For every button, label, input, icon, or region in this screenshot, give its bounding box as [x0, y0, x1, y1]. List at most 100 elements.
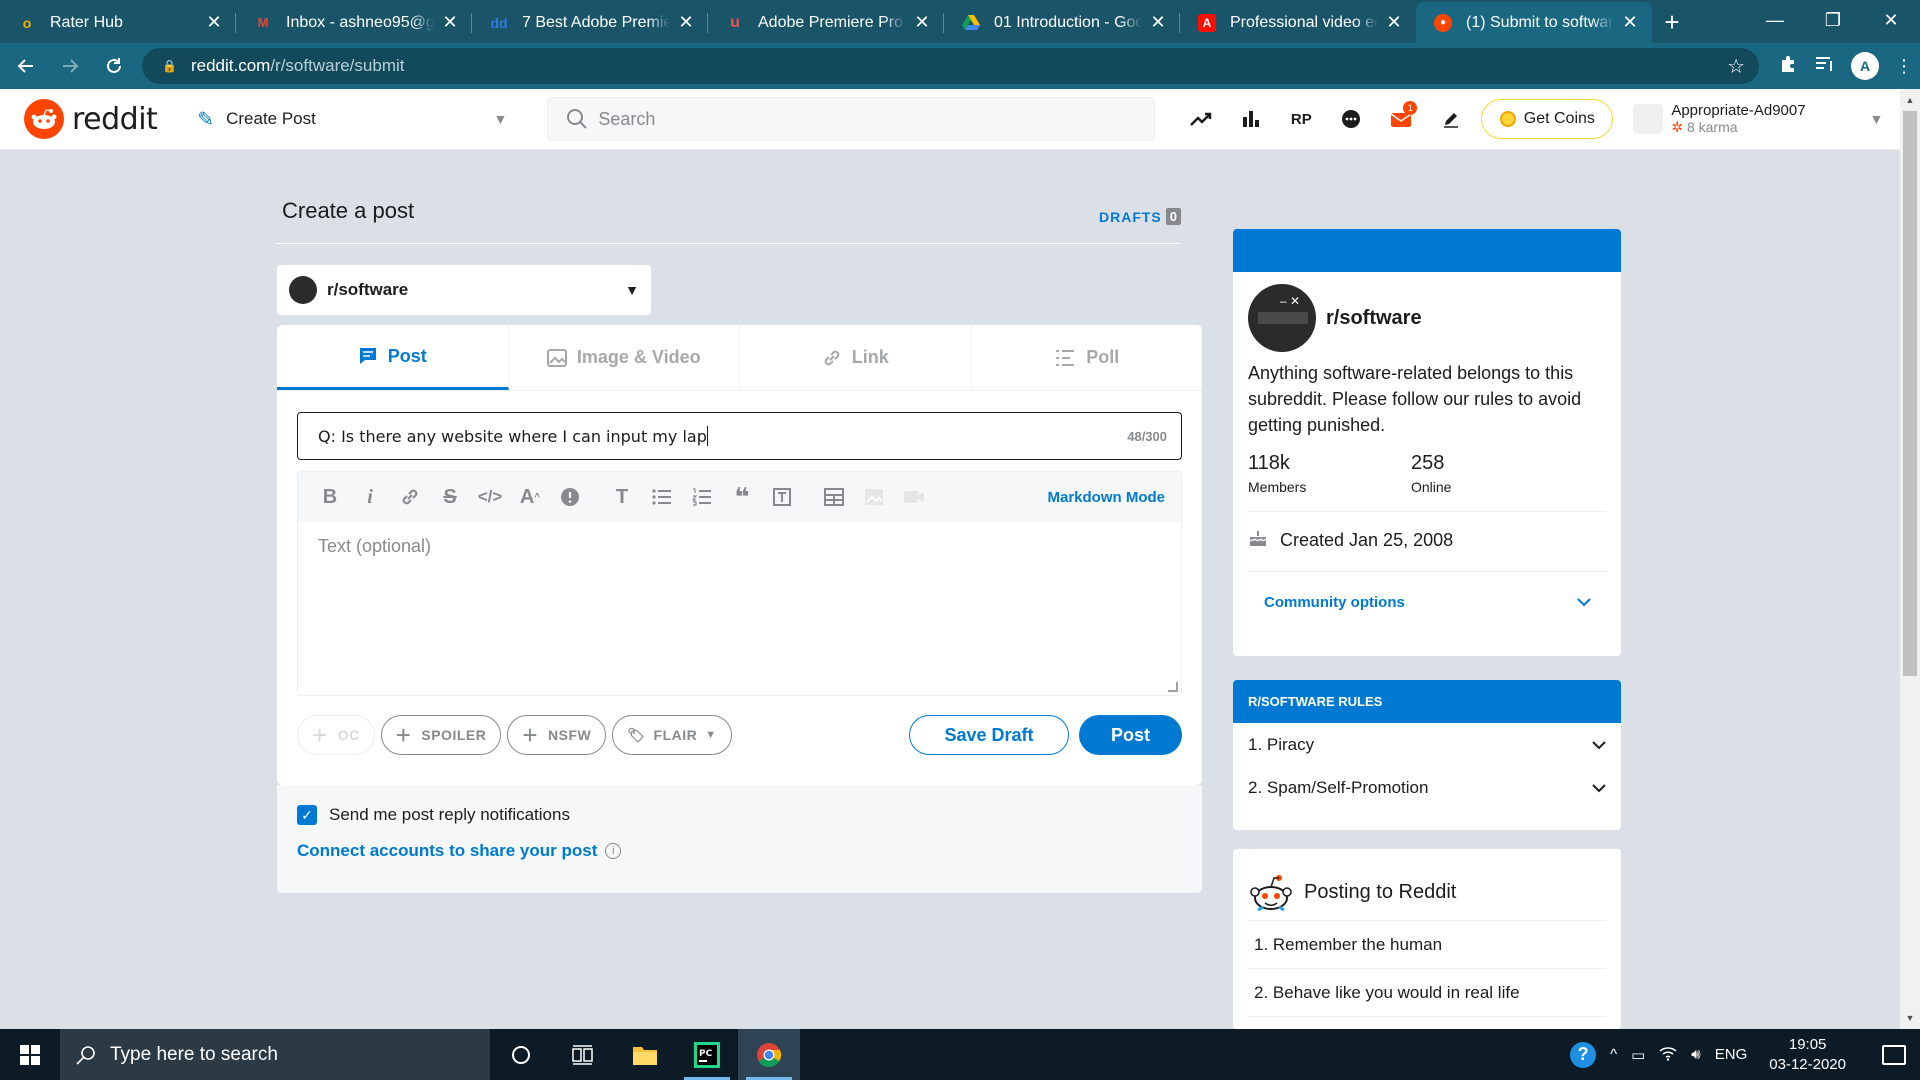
tab-post[interactable]: Post	[277, 325, 509, 390]
restore-icon[interactable]: ❐	[1804, 0, 1862, 40]
tab-link[interactable]: Link	[740, 325, 972, 390]
windows-start-icon[interactable]	[0, 1029, 60, 1080]
markdown-mode-button[interactable]: Markdown Mode	[1047, 489, 1165, 506]
close-icon[interactable]: ✕	[440, 12, 460, 33]
community-name[interactable]: r/software	[1326, 307, 1422, 330]
minimize-icon[interactable]: —	[1746, 0, 1804, 40]
community-options-toggle[interactable]: Community options	[1233, 572, 1621, 611]
page-scrollbar[interactable]: ▲ ▼	[1900, 89, 1920, 1029]
profile-avatar[interactable]: A	[1851, 52, 1879, 80]
superscript-icon[interactable]: A ^	[510, 479, 550, 515]
connect-accounts-link[interactable]: Connect accounts to share your post i	[297, 841, 622, 861]
heading-icon[interactable]: T	[602, 479, 642, 515]
flair-button[interactable]: 🏷 FLAIR ▼	[612, 715, 732, 755]
info-icon[interactable]: i	[605, 843, 622, 859]
nsfw-tag-button[interactable]: + NSFW	[507, 715, 607, 755]
oc-tag-button[interactable]: + OC	[297, 715, 375, 755]
forward-icon[interactable]	[52, 48, 88, 84]
reload-icon[interactable]	[96, 48, 132, 84]
notifications-checkbox[interactable]: ✓	[297, 805, 317, 825]
reddit-logo[interactable]: reddit	[24, 99, 158, 139]
reading-list-icon[interactable]	[1815, 55, 1835, 78]
chrome-icon[interactable]	[738, 1029, 800, 1080]
scroll-down-arrow[interactable]: ▼	[1900, 1009, 1920, 1027]
rule-item[interactable]: 1. Piracy	[1233, 723, 1621, 766]
create-post-dropdown[interactable]: ✎ Create Post ▼	[197, 100, 507, 138]
create-post-pencil-icon[interactable]	[1435, 103, 1467, 135]
volume-icon[interactable]: 🔊︎	[1691, 1046, 1700, 1063]
reply-notifications-option[interactable]: ✓ Send me post reply notifications	[297, 805, 570, 825]
rpan-icon[interactable]: RP	[1285, 103, 1317, 135]
back-icon[interactable]	[8, 48, 44, 84]
post-body-textarea[interactable]: Text (optional)	[298, 522, 1181, 571]
pycharm-icon[interactable]: PC	[676, 1029, 738, 1080]
taskbar-search-input[interactable]: Type here to search	[60, 1029, 490, 1080]
chat-icon[interactable]	[1335, 103, 1367, 135]
spoiler-icon[interactable]	[550, 479, 590, 515]
community-selector[interactable]: r/software ▼	[277, 265, 651, 315]
code-block-icon[interactable]	[762, 479, 802, 515]
subreddit-name: r/software	[327, 280, 409, 299]
chevron-up-icon[interactable]: ^	[1610, 1046, 1617, 1063]
file-explorer-icon[interactable]	[614, 1029, 676, 1080]
bold-icon[interactable]: B	[310, 479, 350, 515]
scrollbar-thumb[interactable]	[1903, 111, 1917, 676]
close-window-icon[interactable]: ✕	[1862, 0, 1920, 40]
browser-tab-rater-hub[interactable]: o Rater Hub ✕	[0, 2, 236, 43]
address-bar[interactable]: 🔒 reddit.com/r/software/submit ☆	[142, 48, 1759, 84]
resize-handle[interactable]	[1168, 682, 1178, 692]
rule-item[interactable]: 2. Spam/Self-Promotion	[1233, 766, 1621, 809]
strikethrough-icon[interactable]: S	[430, 479, 470, 515]
tab-image-video[interactable]: Image & Video	[509, 325, 740, 390]
italic-icon[interactable]: i	[350, 479, 390, 515]
close-icon[interactable]: ✕	[204, 12, 224, 33]
browser-tab-adobe[interactable]: A Professional video editing ✕	[1180, 2, 1416, 43]
save-draft-button[interactable]: Save Draft	[909, 715, 1069, 755]
close-icon[interactable]: ✕	[676, 12, 696, 33]
browser-tab-gmail[interactable]: M Inbox - ashneo95@gmail.com ✕	[236, 2, 472, 43]
tab-label: Post	[387, 345, 427, 366]
browser-tab-drive[interactable]: 01 Introduction - Google Drive ✕	[944, 2, 1180, 43]
reddit-search-input[interactable]: Search	[547, 97, 1156, 141]
adobe-icon: A	[1198, 13, 1216, 32]
post-title-input[interactable]: Q: Is there any website where I can inpu…	[297, 412, 1182, 460]
task-view-icon[interactable]	[552, 1029, 614, 1080]
battery-icon[interactable]: ▭	[1631, 1046, 1645, 1064]
notification-center-icon[interactable]	[1882, 1044, 1906, 1065]
browser-menu-icon[interactable]: ⋮	[1895, 56, 1913, 77]
close-icon[interactable]: ✕	[1384, 12, 1404, 33]
browser-tab-udemy[interactable]: u Adobe Premiere Pro CC ✕	[708, 2, 944, 43]
close-icon[interactable]: ✕	[1148, 12, 1168, 33]
inline-code-icon[interactable]: </>	[470, 479, 510, 515]
scroll-up-arrow[interactable]: ▲	[1900, 91, 1920, 109]
help-icon[interactable]: ?	[1570, 1041, 1597, 1068]
extensions-puzzle-icon[interactable]	[1779, 54, 1799, 79]
table-icon[interactable]	[814, 479, 854, 515]
quote-block-icon[interactable]: ❝	[722, 479, 762, 515]
submit-post-button[interactable]: Post	[1079, 715, 1182, 755]
tab-poll[interactable]: Poll	[972, 325, 1203, 390]
browser-tab-reddit[interactable]: ● (1) Submit to software ✕	[1416, 2, 1652, 43]
cortana-icon[interactable]	[490, 1029, 552, 1080]
video-upload-icon[interactable]	[894, 479, 934, 515]
spoiler-tag-button[interactable]: + SPOILER	[380, 715, 502, 755]
all-stats-icon[interactable]	[1235, 103, 1267, 135]
bulleted-list-icon[interactable]	[642, 479, 682, 515]
language-indicator[interactable]: ENG	[1715, 1046, 1748, 1063]
popular-trending-icon[interactable]	[1185, 103, 1217, 135]
wifi-icon[interactable]	[1659, 1045, 1677, 1065]
bookmark-star-icon[interactable]: ☆	[1727, 54, 1745, 79]
link-icon[interactable]	[390, 479, 430, 515]
close-icon[interactable]: ✕	[1620, 12, 1640, 33]
drafts-button[interactable]: DRAFTS 0	[1099, 208, 1182, 225]
image-upload-icon[interactable]	[854, 479, 894, 515]
tab-title: Adobe Premiere Pro CC	[758, 13, 906, 31]
get-coins-button[interactable]: Get Coins	[1481, 99, 1614, 139]
mail-icon[interactable]: 1	[1385, 101, 1418, 135]
user-menu[interactable]: Appropriate-Ad9007 ✲ 8 karma ▼	[1633, 102, 1883, 136]
clock[interactable]: 19:05 03-12-2020	[1769, 1035, 1846, 1075]
new-tab-button[interactable]: +	[1652, 2, 1692, 43]
browser-tab-premiere-list[interactable]: dd 7 Best Adobe Premiere Pro ✕	[472, 2, 708, 43]
numbered-list-icon[interactable]	[682, 479, 722, 515]
close-icon[interactable]: ✕	[912, 12, 932, 33]
